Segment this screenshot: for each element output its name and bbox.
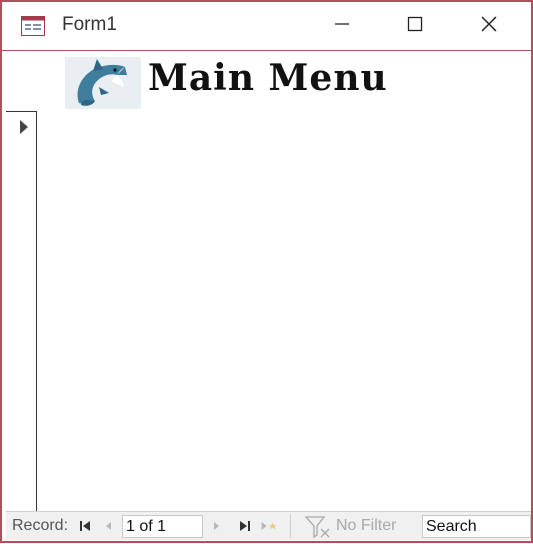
next-record-icon[interactable] <box>208 516 226 536</box>
minimize-icon <box>334 16 350 37</box>
first-record-icon[interactable] <box>76 516 94 536</box>
new-record-icon[interactable] <box>260 516 278 536</box>
search-input[interactable]: Search <box>422 515 531 538</box>
record-selector[interactable] <box>6 111 37 512</box>
minimize-button[interactable] <box>307 2 377 50</box>
form-icon <box>21 16 45 36</box>
close-button[interactable] <box>454 2 524 50</box>
main-menu-heading: Main Menu <box>148 57 388 99</box>
last-record-icon[interactable] <box>236 516 254 536</box>
no-filter-button[interactable]: No Filter <box>304 515 404 539</box>
maximize-icon <box>407 16 423 37</box>
current-record-arrow-icon <box>20 120 28 134</box>
form-header: Main Menu <box>2 51 531 113</box>
record-navigation-bar: Record: 1 of 1 No Filter Search <box>6 511 531 540</box>
record-label: Record: <box>12 517 69 534</box>
window-title: Form1 <box>62 14 117 35</box>
no-filter-label: No Filter <box>336 517 397 534</box>
title-bar[interactable]: Form1 <box>2 2 531 51</box>
maximize-button[interactable] <box>380 2 450 50</box>
toolbar-divider <box>290 514 291 538</box>
shark-logo <box>65 57 141 109</box>
previous-record-icon[interactable] <box>99 516 117 536</box>
filter-icon <box>304 515 332 544</box>
current-record-field[interactable]: 1 of 1 <box>122 515 203 538</box>
close-icon <box>480 15 498 38</box>
form-window: Form1 Main Menu Record: 1 of 1 No Filter… <box>0 0 533 543</box>
